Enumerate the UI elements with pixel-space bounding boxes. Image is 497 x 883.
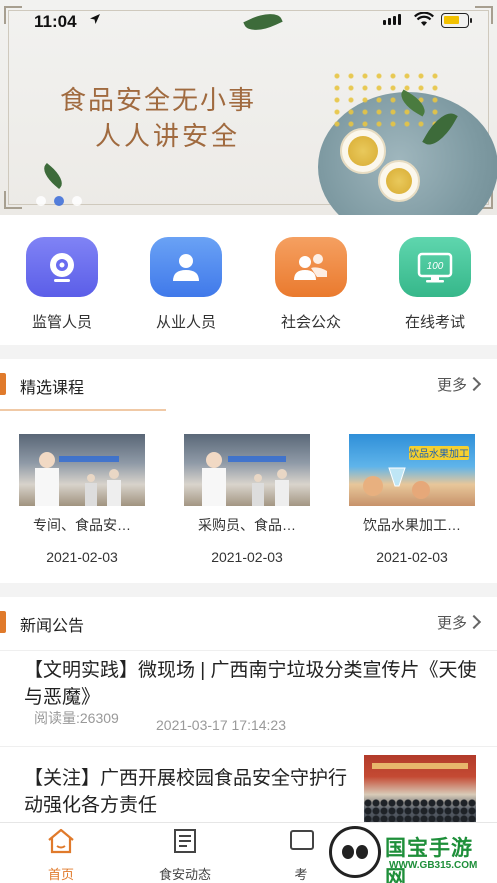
course-card[interactable]: 饮品水果加工 饮品水果加工… 2021-02-03 [348,434,476,565]
news-section-header: 新闻公告 更多 [0,597,497,647]
course-card[interactable]: 专间、食品安… 2021-02-03 [18,434,146,565]
exam-icon [290,830,314,850]
tab-food-safety-news[interactable]: 食安动态 [140,827,230,883]
tab-label: 首页 [47,867,74,882]
watermark-url: WWW.GB315.COM [389,860,478,871]
course-date: 2021-02-03 [211,549,283,565]
newspaper-icon [174,829,196,853]
section-divider [0,583,497,597]
tab-home[interactable]: 首页 [16,827,106,883]
carousel-dot[interactable] [36,196,46,206]
news-timestamp: 2021-03-17 17:14:23 [156,717,286,733]
course-title: 饮品水果加工… [363,517,461,533]
thumbnail-caption: 饮品水果加工 [409,447,469,460]
chevron-right-icon [466,614,482,630]
carousel-indicator[interactable] [36,196,82,206]
webcam-icon [26,237,98,297]
signal-icon [383,14,401,25]
quick-link-online-exam[interactable]: 100 在线考试 [385,237,485,332]
section-underline [0,409,166,411]
section-accent-bar [0,373,6,395]
news-more-link[interactable]: 更多 [436,612,482,633]
section-title: 精选课程 [20,380,85,397]
section-divider [0,345,497,359]
courses-more-link[interactable]: 更多 [436,374,482,395]
rice-bowl-image [378,160,420,202]
rice-bowl-image [340,128,386,174]
news-thumbnail [364,755,476,827]
course-date: 2021-02-03 [46,549,118,565]
quick-link-label: 监管人员 [31,314,92,331]
course-thumbnail [184,434,310,506]
chevron-right-icon [466,376,482,392]
news-title: 【关注】广西开展校园食品安全守护行动强化各方责任 [24,768,348,816]
carousel-dot-active[interactable] [54,196,64,206]
monitor-100-icon: 100 [399,237,471,297]
svg-text:100: 100 [427,261,444,272]
news-read-count: 阅读量:26309 [34,710,119,726]
course-thumbnail [19,434,145,506]
person-icon [150,237,222,297]
quick-links: 监管人员 从业人员 社会公众 100 在线考试 [0,215,497,345]
quick-link-public[interactable]: 社会公众 [261,237,361,332]
course-thumbnail: 饮品水果加工 [349,434,475,506]
news-item[interactable]: 【文明实践】微现场 | 广西南宁垃圾分类宣传片《天使与恶魔》 阅读量:26309… [0,650,497,746]
course-title: 采购员、食品… [198,517,296,533]
conference-banner [372,763,468,769]
status-bar: 11:04 [0,0,497,44]
more-label: 更多 [436,615,467,632]
battery-charging-icon [441,13,472,28]
status-time: 11:04 [34,12,77,31]
quick-link-label: 在线考试 [404,314,465,331]
quick-link-regulator[interactable]: 监管人员 [12,237,112,332]
quick-link-label: 从业人员 [155,314,216,331]
courses-section-header: 精选课程 更多 [0,359,497,409]
wifi-icon [414,11,434,33]
more-label: 更多 [436,377,467,394]
carousel-dot[interactable] [72,196,82,206]
tab-label: 食安动态 [158,867,211,882]
news-item[interactable]: 【关注】广西开展校园食品安全守护行动强化各方责任 [0,746,497,827]
course-title: 专间、食品安… [33,517,131,533]
panda-logo-icon [329,826,381,878]
watermark-text: 国宝手游网 [385,837,473,883]
home-icon [48,828,74,854]
site-watermark: 国宝手游网 WWW.GB315.COM [329,826,489,883]
section-title: 新闻公告 [20,618,85,635]
people-icon [275,237,347,297]
banner-corner-ornament [4,191,22,209]
section-accent-bar [0,611,6,633]
news-title: 【文明实践】微现场 | 广西南宁垃圾分类宣传片《天使与恶魔》 [24,660,477,708]
banner-subheadline: 人人讲安全 [95,122,241,152]
flowers-decoration [330,70,440,130]
banner-headline: 食品安全无小事 [60,86,257,116]
quick-link-employee[interactable]: 从业人员 [136,237,236,332]
course-card[interactable]: 采购员、食品… 2021-02-03 [183,434,311,565]
location-arrow-icon [89,13,101,28]
quick-link-label: 社会公众 [280,314,341,331]
course-date: 2021-02-03 [376,549,448,565]
